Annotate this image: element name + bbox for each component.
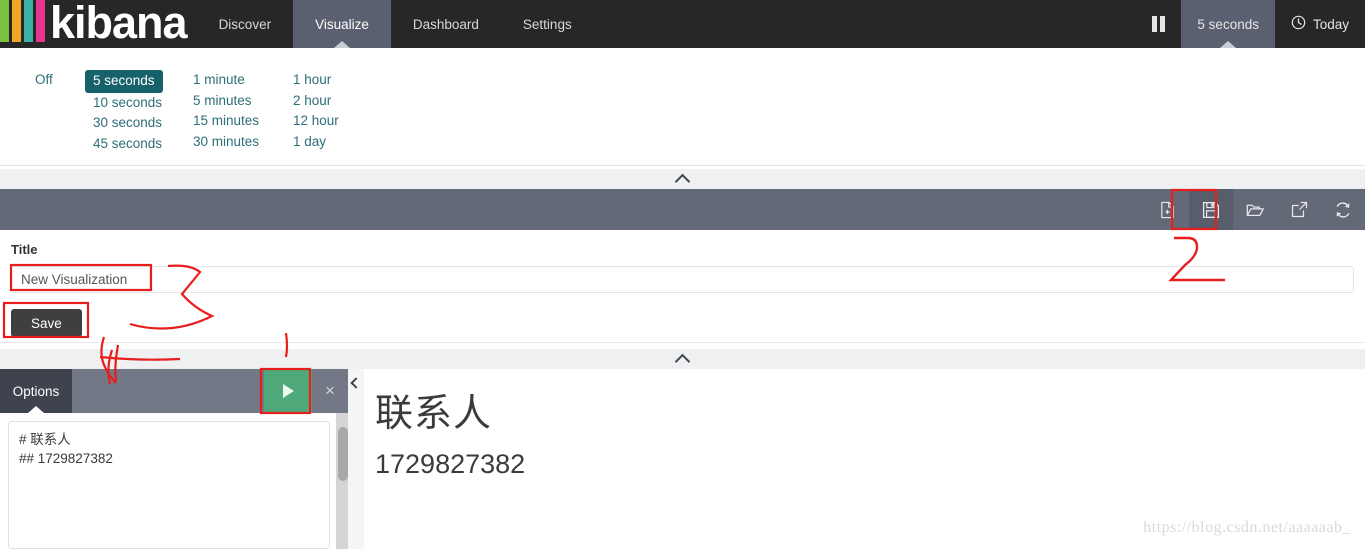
refresh-interval-panel: Off 5 seconds 10 seconds 30 seconds 45 s… — [0, 48, 1365, 166]
pause-icon — [1152, 16, 1166, 32]
navbar-right-group: 5 seconds Today — [1136, 0, 1365, 48]
refresh-icon[interactable] — [1321, 189, 1365, 230]
interval-option-5-seconds[interactable]: 5 seconds — [85, 70, 163, 93]
interval-column-0: Off — [20, 70, 90, 154]
interval-option-45-seconds[interactable]: 45 seconds — [90, 134, 190, 155]
clock-icon — [1291, 15, 1306, 33]
nav-tab-visualize[interactable]: Visualize — [293, 0, 391, 48]
refresh-interval-button[interactable]: 5 seconds — [1181, 0, 1275, 48]
interval-option-10-seconds[interactable]: 10 seconds — [90, 93, 190, 114]
brand-wordmark: kibana — [50, 0, 188, 48]
kibana-logo: kibana — [0, 0, 197, 48]
interval-option-off[interactable]: Off — [20, 70, 90, 91]
save-floppy-icon[interactable] — [1189, 189, 1233, 230]
new-document-icon[interactable] — [1145, 189, 1189, 230]
time-range-label: Today — [1312, 16, 1349, 32]
kibana-app: kibana Discover Visualize Dashboard Sett… — [0, 0, 1365, 549]
chevron-up-icon — [674, 353, 691, 369]
interval-option-30-minutes[interactable]: 30 minutes — [190, 132, 290, 153]
chevron-up-icon — [674, 173, 691, 189]
title-field-label: Title — [11, 242, 38, 257]
play-triangle-icon — [282, 384, 294, 398]
top-navbar: kibana Discover Visualize Dashboard Sett… — [0, 0, 1365, 48]
editor-header-spacer — [72, 369, 264, 413]
share-external-icon[interactable] — [1277, 189, 1321, 230]
editor-body: # 联系人 ## 1729827382 — [0, 413, 348, 549]
time-picker-button[interactable]: Today — [1274, 0, 1365, 48]
refresh-interval-label: 5 seconds — [1197, 16, 1259, 32]
tab-options-label: Options — [12, 383, 60, 399]
save-button[interactable]: Save — [11, 309, 82, 337]
interval-option-2-hour[interactable]: 2 hour — [290, 91, 390, 112]
collapse-bar-top[interactable] — [0, 169, 1365, 189]
nav-tab-settings[interactable]: Settings — [500, 0, 594, 48]
nav-tab-visualize-label: Visualize — [315, 16, 369, 32]
output-heading-1: 联系人 — [375, 393, 493, 435]
nav-tab-dashboard-label: Dashboard — [412, 16, 479, 32]
logo-bars-icon — [0, 0, 48, 48]
editor-header: Options × — [0, 369, 348, 413]
nav-tab-discover-label: Discover — [218, 16, 272, 32]
interval-grid: Off 5 seconds 10 seconds 30 seconds 45 s… — [20, 70, 390, 154]
tab-options[interactable]: Options — [0, 369, 72, 413]
collapse-bar-editor[interactable] — [0, 349, 1365, 369]
open-folder-icon[interactable] — [1233, 189, 1277, 230]
chevron-left-icon — [350, 377, 362, 389]
interval-option-15-minutes[interactable]: 15 minutes — [190, 111, 290, 132]
save-visualization-form: Title Save — [0, 230, 1365, 343]
interval-option-30-seconds[interactable]: 30 seconds — [90, 113, 190, 134]
interval-option-1-hour[interactable]: 1 hour — [290, 70, 390, 91]
nav-tab-dashboard[interactable]: Dashboard — [390, 0, 501, 48]
interval-option-12-hour[interactable]: 12 hour — [290, 111, 390, 132]
markdown-input[interactable]: # 联系人 ## 1729827382 — [8, 421, 330, 549]
watermark: https://blog.csdn.net/aaaaaab_ — [1143, 519, 1351, 536]
editor-scrollbar-thumb[interactable] — [338, 427, 348, 481]
interval-column-2: 1 minute 5 minutes 15 minutes 30 minutes — [190, 70, 290, 154]
pause-refresh-button[interactable] — [1136, 0, 1182, 48]
output-heading-2: 1729827382 — [375, 449, 526, 479]
nav-tab-discover[interactable]: Discover — [196, 0, 294, 48]
interval-column-1: 5 seconds 10 seconds 30 seconds 45 secon… — [85, 70, 190, 155]
interval-option-1-day[interactable]: 1 day — [290, 132, 390, 153]
interval-option-1-minute[interactable]: 1 minute — [190, 70, 290, 91]
apply-changes-button[interactable] — [264, 369, 312, 413]
collapse-sidebar-button[interactable] — [348, 369, 364, 549]
title-input[interactable] — [11, 266, 1354, 293]
close-editor-button[interactable]: × — [312, 369, 348, 413]
nav-tab-settings-label: Settings — [522, 16, 572, 32]
main-nav-tabs: Discover Visualize Dashboard Settings — [196, 0, 594, 48]
visualization-toolbar — [0, 189, 1365, 230]
interval-column-3: 1 hour 2 hour 12 hour 1 day — [290, 70, 390, 154]
close-icon: × — [325, 381, 335, 400]
interval-option-5-minutes[interactable]: 5 minutes — [190, 91, 290, 112]
